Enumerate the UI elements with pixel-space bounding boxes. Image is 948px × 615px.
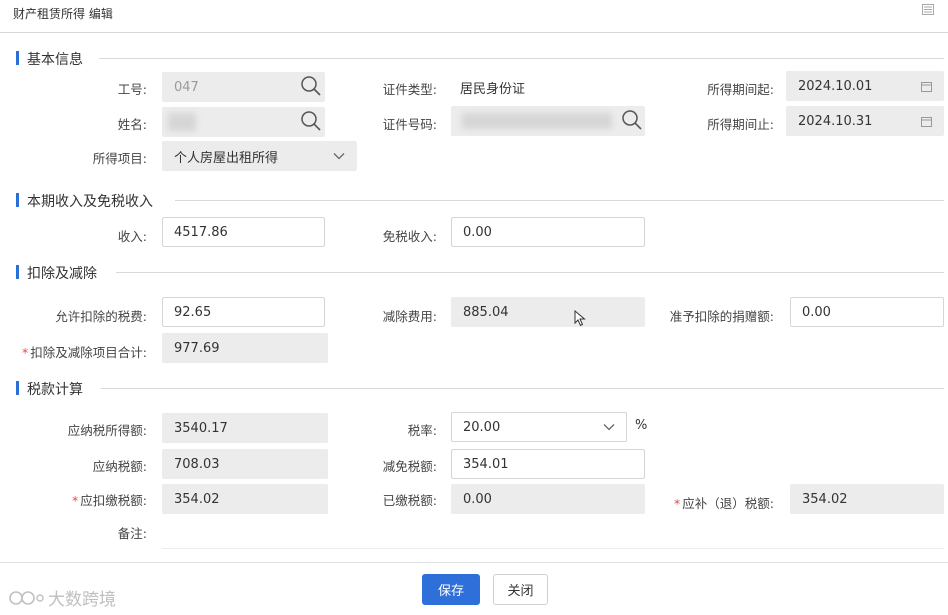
- watermark: 大数跨境: [8, 585, 116, 610]
- income-label: 收入:: [117, 229, 147, 244]
- section-divider: [101, 388, 944, 389]
- period-start-label: 所得期间起:: [707, 82, 774, 97]
- allowed-tax-input[interactable]: 92.65: [162, 297, 325, 327]
- income-item-label: 所得项目:: [92, 151, 147, 166]
- close-button[interactable]: 关闭: [493, 574, 548, 605]
- search-icon[interactable]: [621, 109, 643, 131]
- search-icon[interactable]: [300, 75, 322, 97]
- tax-free-value: 0.00: [463, 224, 492, 240]
- section-title-income: 本期收入及免税收入: [27, 194, 153, 210]
- income-item-value: 个人房屋出租所得: [174, 150, 279, 166]
- tax-free-label: 免税收入:: [382, 229, 437, 244]
- tax-rate-label: 税率:: [407, 423, 437, 438]
- redacted-name: [168, 113, 196, 131]
- paid-tax-label: 已缴税额:: [382, 493, 437, 508]
- footer-divider: [0, 562, 948, 563]
- tax-relief-input[interactable]: 354.01: [451, 449, 645, 479]
- donation-label: 准予扣除的捐赠额:: [669, 309, 774, 324]
- section-divider: [116, 272, 944, 273]
- section-marker: [16, 265, 19, 279]
- period-start-field[interactable]: 2024.10.01: [786, 71, 944, 101]
- taxable-income-label: 应纳税所得额:: [67, 423, 147, 438]
- refund-tax-label: * 应补（退）税额:: [674, 496, 774, 511]
- restore-icon[interactable]: [922, 4, 934, 15]
- period-end-value: 2024.10.31: [798, 113, 873, 129]
- id-type-value: 居民身份证: [460, 82, 526, 97]
- paid-tax-value: 0.00: [463, 491, 492, 507]
- deduction-total-value: 977.69: [174, 340, 220, 356]
- watermark-logo-icon: [9, 590, 44, 605]
- deduction-total-label: * 扣除及减除项目合计:: [22, 345, 147, 360]
- calendar-icon: [921, 116, 932, 127]
- chevron-down-icon: [333, 153, 345, 160]
- redacted-id-no: [462, 113, 612, 129]
- deduction-total-field[interactable]: 977.69: [162, 333, 328, 363]
- mouse-cursor-icon: [574, 310, 586, 327]
- period-end-label: 所得期间止:: [707, 117, 774, 132]
- id-type-label: 证件类型:: [382, 82, 437, 97]
- withhold-tax-field[interactable]: 354.02: [162, 484, 328, 514]
- period-start-value: 2024.10.01: [798, 78, 873, 94]
- section-marker: [16, 193, 19, 207]
- paid-tax-field[interactable]: 0.00: [451, 484, 645, 514]
- section-divider: [175, 200, 944, 201]
- allowed-tax-value: 92.65: [174, 304, 212, 320]
- id-no-label: 证件号码:: [382, 117, 437, 132]
- refund-tax-field[interactable]: 354.02: [790, 484, 944, 514]
- donation-input[interactable]: 0.00: [790, 297, 944, 327]
- taxable-income-value: 3540.17: [174, 420, 228, 436]
- refund-tax-value: 354.02: [802, 491, 848, 507]
- donation-value: 0.00: [802, 304, 831, 320]
- window-title: 财产租赁所得 编辑: [13, 7, 113, 21]
- tax-payable-field[interactable]: 708.03: [162, 449, 328, 479]
- withhold-tax-label: * 应扣缴税额:: [72, 493, 147, 508]
- save-button[interactable]: 保存: [422, 574, 480, 605]
- tax-rate-select[interactable]: 20.00: [451, 412, 627, 442]
- section-marker: [16, 51, 19, 65]
- section-divider: [99, 58, 944, 59]
- reduction-label: 减除费用:: [382, 309, 437, 324]
- allowed-tax-label: 允许扣除的税费:: [55, 309, 147, 324]
- tax-payable-label: 应纳税额:: [92, 459, 147, 474]
- reduction-field[interactable]: 885.04: [451, 297, 645, 327]
- title-divider: [0, 32, 948, 33]
- remark-input[interactable]: [162, 518, 944, 549]
- income-value: 4517.86: [174, 224, 228, 240]
- tax-rate-value: 20.00: [463, 419, 501, 435]
- tax-free-input[interactable]: 0.00: [451, 217, 645, 247]
- search-icon[interactable]: [300, 110, 322, 132]
- remark-label: 备注:: [117, 526, 147, 541]
- period-end-field[interactable]: 2024.10.31: [786, 106, 944, 136]
- tax-rate-unit: %: [635, 418, 648, 433]
- section-marker: [16, 381, 19, 395]
- section-title-deduction: 扣除及减除: [27, 266, 97, 282]
- tax-payable-value: 708.03: [174, 456, 220, 472]
- income-item-select[interactable]: 个人房屋出租所得: [162, 141, 357, 171]
- income-input[interactable]: 4517.86: [162, 217, 325, 247]
- tax-relief-label: 减免税额:: [382, 459, 437, 474]
- tax-relief-value: 354.01: [463, 456, 509, 472]
- calendar-icon: [921, 81, 932, 92]
- section-title-basic: 基本信息: [27, 52, 83, 68]
- emp-no-value: 047: [174, 79, 199, 95]
- taxable-income-field[interactable]: 3540.17: [162, 413, 328, 443]
- chevron-down-icon: [603, 424, 615, 431]
- watermark-text: 大数跨境: [48, 590, 116, 610]
- withhold-tax-value: 354.02: [174, 491, 220, 507]
- section-title-tax: 税款计算: [27, 382, 83, 398]
- name-label: 姓名:: [117, 117, 147, 132]
- reduction-value: 885.04: [463, 304, 509, 320]
- emp-no-label: 工号:: [117, 82, 147, 97]
